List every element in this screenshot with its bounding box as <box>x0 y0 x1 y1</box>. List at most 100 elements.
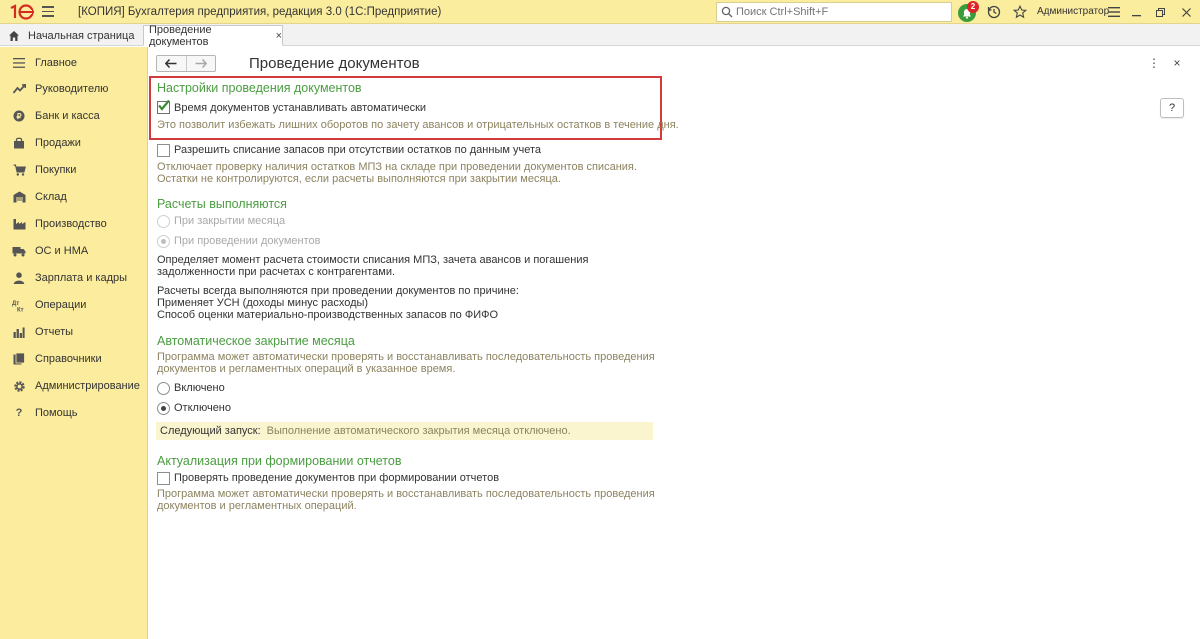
truck-icon <box>10 242 28 260</box>
bar-chart-icon <box>10 323 28 341</box>
radio-disabled[interactable] <box>157 402 170 415</box>
sidebar-item-main[interactable]: Главное <box>0 50 147 76</box>
sidebar-item-sales[interactable]: Продажи <box>0 130 147 156</box>
sidebar-item-label: Отчеты <box>35 326 74 338</box>
arrow-left-icon <box>165 59 177 68</box>
main-menu-icon[interactable] <box>42 0 64 24</box>
sidebar-item-operations[interactable]: Дт Кт Операции <box>0 292 147 318</box>
sidebar-item-reports[interactable]: Отчеты <box>0 319 147 345</box>
sidebar-item-label: Администрирование <box>35 380 140 392</box>
calc-reason: Способ оценки материально-производственн… <box>157 309 499 321</box>
sidebar-item-label: Склад <box>35 191 67 203</box>
more-actions-icon[interactable]: ⋮ <box>1148 55 1160 71</box>
history-nav <box>156 55 216 72</box>
minimize-button[interactable] <box>1128 4 1144 20</box>
app-title: [КОПИЯ] Бухгалтерия предприятия, редакци… <box>78 5 442 18</box>
sidebar-item-purchases[interactable]: Покупки <box>0 157 147 183</box>
sidebar-item-label: Зарплата и кадры <box>35 272 128 284</box>
sidebar-item-label: Продажи <box>35 137 81 149</box>
calc-section-title: Расчеты выполняются <box>157 197 287 211</box>
sidebar-item-label: Помощь <box>35 407 78 419</box>
radio-enabled-label[interactable]: Включено <box>174 382 225 395</box>
close-window-button[interactable] <box>1178 4 1194 20</box>
warehouse-icon <box>10 188 28 206</box>
sidebar-item-label: Справочники <box>35 353 102 365</box>
auto-time-hint: Это позволит избежать лишних оборотов по… <box>157 119 679 131</box>
svg-text:₽: ₽ <box>16 112 21 121</box>
help-button[interactable]: ? <box>1160 98 1184 118</box>
sidebar-item-production[interactable]: Производство <box>0 211 147 237</box>
sidebar-item-label: Главное <box>35 57 78 69</box>
tab-document-posting[interactable]: Проведение документов × <box>143 23 283 48</box>
sidebar-item-label: Банк и касса <box>35 110 100 122</box>
coin-icon: ₽ <box>10 107 28 125</box>
sidebar-item-salary[interactable]: Зарплата и кадры <box>0 265 147 291</box>
tab-strip: Начальная страница Проведение документов… <box>0 23 1200 48</box>
notifications-button[interactable]: 2 <box>958 1 980 22</box>
favorites-star-icon[interactable] <box>1010 2 1030 22</box>
reports-section-title: Актуализация при формировании отчетов <box>157 454 402 468</box>
sidebar-item-label: Покупки <box>35 164 77 176</box>
bag-icon <box>10 134 28 152</box>
page-title: Проведение документов <box>249 55 420 72</box>
sidebar-item-help[interactable]: ? Помощь <box>0 400 147 426</box>
close-form-icon[interactable]: × <box>1170 55 1184 71</box>
svg-text:Кт: Кт <box>17 307 24 312</box>
allow-writeoff-checkbox[interactable] <box>157 144 170 157</box>
sidebar-item-warehouse[interactable]: Склад <box>0 184 147 210</box>
history-icon[interactable] <box>984 2 1004 22</box>
global-search[interactable] <box>716 2 952 22</box>
sidebar-item-manager[interactable]: Руководителю <box>0 76 147 102</box>
next-run-panel: Следующий запуск: Выполнение автоматичес… <box>156 422 653 440</box>
title-bar: [КОПИЯ] Бухгалтерия предприятия, редакци… <box>0 0 1200 24</box>
sidebar-item-bank[interactable]: ₽ Банк и касса <box>0 103 147 129</box>
radio-disabled-label[interactable]: Отключено <box>174 402 231 415</box>
sidebar-item-administration[interactable]: Администрирование <box>0 373 147 399</box>
notifications-badge: 2 <box>967 1 979 13</box>
cart-icon <box>10 161 28 179</box>
auto-close-hint: документов и регламентных операций в ука… <box>157 363 456 375</box>
books-icon <box>10 350 28 368</box>
calc-description: задолженности при расчетах с контрагента… <box>157 266 396 278</box>
check-posting-checkbox[interactable] <box>157 472 170 485</box>
forward-button[interactable] <box>185 56 215 71</box>
allow-writeoff-hint: Остатки не контролируются, если расчеты … <box>157 173 561 185</box>
tab-document-posting-label: Проведение документов <box>149 23 212 48</box>
auto-time-checkbox[interactable] <box>157 99 170 114</box>
check-posting-label[interactable]: Проверять проведение документов при форм… <box>174 472 499 485</box>
restore-button[interactable] <box>1152 4 1168 20</box>
radio-month-close-label[interactable]: При закрытии месяца <box>174 215 285 227</box>
settings-section-title: Настройки проведения документов <box>157 81 362 95</box>
hamburger-menu-icon[interactable] <box>1104 2 1124 22</box>
radio-on-posting[interactable] <box>157 235 170 248</box>
tab-home[interactable]: Начальная страница <box>0 25 140 46</box>
reports-hint: документов и регламентных операций. <box>157 500 357 512</box>
auto-close-section-title: Автоматическое закрытие месяца <box>157 334 355 348</box>
trend-icon <box>10 80 28 98</box>
radio-month-close[interactable] <box>157 215 170 228</box>
radio-on-posting-label[interactable]: При проведении документов <box>174 235 320 247</box>
search-input[interactable] <box>736 6 946 18</box>
sidebar-item-catalogs[interactable]: Справочники <box>0 346 147 372</box>
sidebar-item-label: Производство <box>35 218 107 230</box>
gear-icon <box>10 377 28 395</box>
main-content: Проведение документов ⋮ × ? Настройки пр… <box>148 47 1200 639</box>
back-button[interactable] <box>157 56 186 71</box>
checkmark-icon <box>158 99 170 111</box>
person-icon <box>10 269 28 287</box>
sidebar: Главное Руководителю ₽ Банк и касса Прод… <box>0 47 148 639</box>
menu-icon <box>10 54 28 72</box>
sidebar-item-label: Операции <box>35 299 87 311</box>
sidebar-item-fixed-assets[interactable]: ОС и НМА <box>0 238 147 264</box>
arrow-right-icon <box>195 59 207 68</box>
factory-icon <box>10 215 28 233</box>
current-user[interactable]: Администратор <box>1037 6 1109 17</box>
allow-writeoff-label[interactable]: Разрешить списание запасов при отсутстви… <box>174 144 541 157</box>
tab-home-label: Начальная страница <box>28 29 135 42</box>
tab-close-icon[interactable]: × <box>276 30 282 42</box>
radio-enabled[interactable] <box>157 382 170 395</box>
search-icon <box>721 6 733 18</box>
sidebar-item-label: Руководителю <box>35 83 109 95</box>
debit-credit-icon: Дт Кт <box>10 296 28 314</box>
auto-time-label[interactable]: Время документов устанавливать автоматич… <box>174 102 426 115</box>
